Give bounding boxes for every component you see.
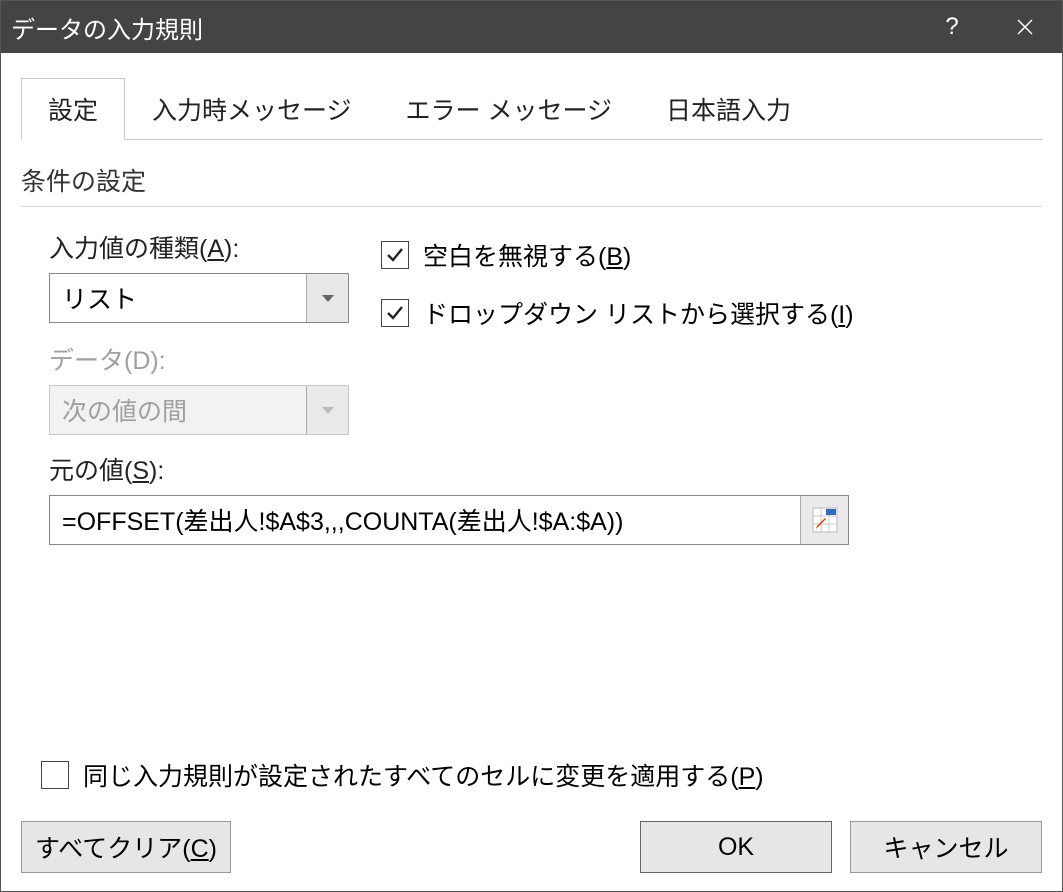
allow-dropdown-button[interactable] <box>306 274 348 322</box>
tab-error-alert[interactable]: エラー メッセージ <box>379 78 639 139</box>
checkbox-column: 空白を無視する(B) ドロップダウン リストから選択する(I) <box>381 229 854 331</box>
clear-all-label: すべてクリア(C) <box>35 829 217 865</box>
allow-label: 入力値の種類(A): <box>49 229 349 265</box>
ok-button[interactable]: OK <box>640 821 832 873</box>
dialog-content: 設定 入力時メッセージ エラー メッセージ 日本語入力 条件の設定 入力値の種類… <box>1 53 1062 891</box>
ok-label: OK <box>718 833 754 862</box>
range-picker-button[interactable] <box>800 496 848 544</box>
tab-input-message[interactable]: 入力時メッセージ <box>125 78 379 139</box>
allow-group: 入力値の種類(A): リスト データ(D): 次の値の間 <box>49 229 349 435</box>
help-icon: ? <box>945 13 958 41</box>
tab-ime-mode[interactable]: 日本語入力 <box>639 78 818 139</box>
tab-settings[interactable]: 設定 <box>21 78 125 140</box>
in-cell-dropdown-checkbox[interactable] <box>381 299 409 327</box>
in-cell-dropdown-label: ドロップダウン リストから選択する(I) <box>423 295 854 331</box>
allow-select[interactable]: リスト <box>49 273 349 323</box>
data-select: 次の値の間 <box>49 385 349 435</box>
chevron-down-icon <box>322 407 334 414</box>
apply-all-row[interactable]: 同じ入力規則が設定されたすべてのセルに変更を適用する(P) <box>41 757 1042 793</box>
source-input-wrap <box>49 495 849 545</box>
apply-all-label: 同じ入力規則が設定されたすべてのセルに変更を適用する(P) <box>83 757 764 793</box>
tab-bar: 設定 入力時メッセージ エラー メッセージ 日本語入力 <box>21 78 1042 140</box>
range-picker-icon <box>812 507 838 533</box>
titlebar: データの入力規則 ? <box>1 1 1062 53</box>
allow-value: リスト <box>50 274 306 322</box>
source-label: 元の値(S): <box>49 451 1042 487</box>
spacer <box>21 545 1042 757</box>
titlebar-title: データの入力規則 <box>11 10 917 45</box>
chevron-down-icon <box>322 295 334 302</box>
check-icon <box>385 303 405 323</box>
source-group: 元の値(S): <box>49 451 1042 545</box>
tab-label: エラー メッセージ <box>406 97 612 125</box>
validation-section: 条件の設定 入力値の種類(A): リスト データ(D): <box>21 140 1042 545</box>
data-value: 次の値の間 <box>50 386 306 434</box>
clear-all-button[interactable]: すべてクリア(C) <box>21 821 231 873</box>
cancel-button[interactable]: キャンセル <box>850 821 1042 873</box>
tab-label: 入力時メッセージ <box>152 97 352 125</box>
check-icon <box>385 245 405 265</box>
allow-row: 入力値の種類(A): リスト データ(D): 次の値の間 <box>49 229 1042 435</box>
source-input[interactable] <box>50 496 800 544</box>
tab-label: 日本語入力 <box>666 97 791 125</box>
in-cell-dropdown-row[interactable]: ドロップダウン リストから選択する(I) <box>381 295 854 331</box>
tab-label: 設定 <box>48 97 98 125</box>
data-dropdown-button <box>306 386 348 434</box>
cancel-label: キャンセル <box>883 829 1008 865</box>
button-row: すべてクリア(C) OK キャンセル <box>21 821 1042 873</box>
section-title: 条件の設定 <box>21 162 1042 207</box>
ignore-blank-row[interactable]: 空白を無視する(B) <box>381 237 854 273</box>
ignore-blank-label: 空白を無視する(B) <box>423 237 631 273</box>
close-button[interactable] <box>987 1 1062 53</box>
apply-all-checkbox[interactable] <box>41 761 69 789</box>
dialog-window: データの入力規則 ? 設定 入力時メッセージ エラー メッセージ 日本語入力 条… <box>0 0 1063 892</box>
close-icon <box>1016 18 1034 36</box>
data-label: データ(D): <box>49 341 349 377</box>
ignore-blank-checkbox[interactable] <box>381 241 409 269</box>
help-button[interactable]: ? <box>917 1 987 53</box>
